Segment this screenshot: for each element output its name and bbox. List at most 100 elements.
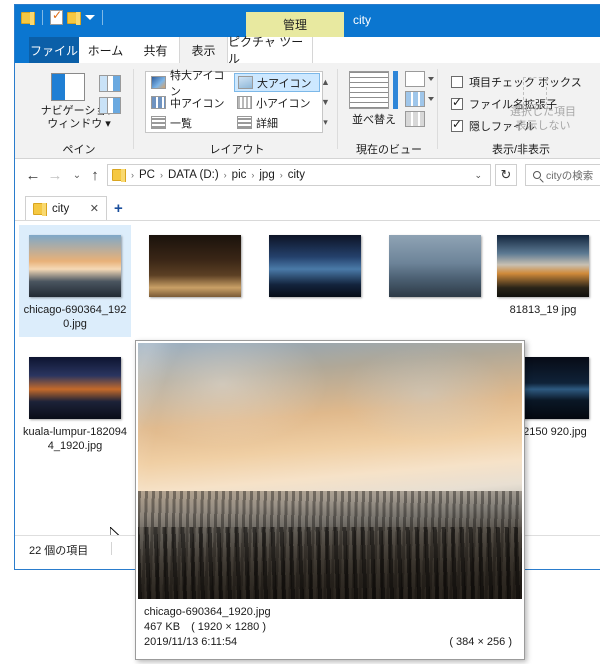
- file-tile-kuala-lumpur[interactable]: kuala-lumpur-1820944_1920.jpg: [19, 347, 131, 459]
- group-by-caret-icon[interactable]: [428, 97, 434, 101]
- layout-option-medium-label: 中アイコン: [170, 97, 225, 110]
- file-thumbnail: [29, 235, 121, 297]
- folder-tab-row: city ✕ +: [15, 193, 600, 221]
- search-input[interactable]: cityの検索: [525, 164, 600, 186]
- file-tile-5[interactable]: 81813_19 jpg: [487, 225, 599, 337]
- tab-view-label: 表示: [191, 43, 216, 58]
- quick-access-toolbar: [21, 8, 106, 25]
- hide-selected-label-2: 表示しない: [515, 120, 571, 132]
- file-tile-chicago[interactable]: chicago-690364_1920.jpg: [19, 225, 131, 337]
- folder-tab-city[interactable]: city ✕: [25, 196, 107, 220]
- preview-date: 2019/11/13 6:11:54: [144, 636, 238, 648]
- back-icon[interactable]: ←: [23, 166, 43, 186]
- layout-option-list-label: 一覧: [170, 117, 192, 130]
- list-icon: [151, 116, 166, 129]
- layout-scroll-more-icon[interactable]: ▾: [319, 112, 332, 132]
- ribbon-group-show-hide: 項目チェック ボックス ファイル名拡張子 隠しファイル 選択した項目 表示しない: [443, 63, 599, 159]
- qat-divider: [42, 10, 43, 25]
- layout-option-small-label: 小アイコン: [256, 97, 311, 110]
- file-thumbnail: [497, 235, 589, 297]
- tab-home[interactable]: ホーム: [79, 37, 132, 63]
- breadcrumb-sep-1: ›: [159, 170, 163, 180]
- hide-selected-label-1: 選択した項目: [510, 106, 576, 118]
- hidden-items-checkbox-icon[interactable]: [451, 117, 463, 132]
- ribbon-group-pane-label: ペイン: [62, 144, 96, 156]
- up-icon[interactable]: ↑: [85, 166, 105, 186]
- item-check-boxes-checkbox-icon[interactable]: [451, 76, 463, 88]
- group-by-icon[interactable]: [405, 91, 425, 107]
- folder-tab-label: city: [52, 202, 70, 215]
- window-title: city: [353, 13, 371, 27]
- tab-view[interactable]: 表示: [179, 37, 228, 63]
- tab-file[interactable]: ファイル: [29, 37, 79, 63]
- close-icon[interactable]: ✕: [90, 202, 99, 215]
- layout-option-small[interactable]: 小アイコン: [234, 93, 320, 112]
- preview-dimensions: ( 384 × 256 ): [449, 636, 512, 648]
- preview-metadata: chicago-690364_1920.jpg 467 KB ( 1920 × …: [138, 601, 522, 657]
- properties-icon[interactable]: [50, 8, 63, 25]
- layout-gallery-scrollbar[interactable]: ▲ ▼ ▾: [319, 72, 332, 132]
- file-tile-3[interactable]: [259, 225, 371, 337]
- breadcrumb-item-pc[interactable]: PC: [137, 169, 157, 181]
- contextual-tab-label: 管理: [282, 18, 307, 32]
- forward-icon[interactable]: →: [45, 166, 65, 186]
- add-columns-caret-icon[interactable]: [428, 77, 434, 81]
- file-thumbnail: [29, 357, 121, 419]
- status-divider: [111, 542, 112, 555]
- file-name-extensions-checkbox-icon[interactable]: [451, 95, 463, 110]
- breadcrumb-dropdown-icon[interactable]: ⌄: [474, 170, 482, 181]
- ribbon-group-show-hide-label: 表示/非表示: [491, 144, 551, 156]
- breadcrumb-item-jpg[interactable]: jpg: [257, 169, 276, 181]
- sort-by-icon[interactable]: [349, 71, 389, 109]
- breadcrumb-item-city[interactable]: city: [286, 169, 307, 181]
- file-tile-2[interactable]: [139, 225, 251, 337]
- breadcrumb-item-data[interactable]: DATA (D:): [166, 169, 221, 181]
- tab-share[interactable]: 共有: [132, 37, 179, 63]
- tab-picture-tools-label: ピクチャ ツール: [228, 35, 304, 66]
- preview-size: 467 KB ( 1920 × 1280 ): [144, 621, 266, 633]
- preview-image: [138, 343, 522, 599]
- breadcrumb[interactable]: › PC › DATA (D:) › pic › jpg › city ⌄: [107, 164, 491, 186]
- file-thumbnail: [149, 235, 241, 297]
- breadcrumb-sep-4: ›: [279, 170, 283, 180]
- recent-locations-icon[interactable]: ⌄: [67, 166, 87, 186]
- refresh-icon[interactable]: ↻: [495, 164, 517, 186]
- ribbon-group-current-view-label: 現在のビュー: [356, 144, 422, 156]
- breadcrumb-item-pic[interactable]: pic: [230, 169, 249, 181]
- sort-by-button[interactable]: 並べ替え: [343, 111, 405, 127]
- size-columns-icon[interactable]: [405, 111, 425, 127]
- layout-scroll-down-icon[interactable]: ▼: [319, 92, 332, 112]
- file-thumbnail: [269, 235, 361, 297]
- preview-pane-icon[interactable]: [99, 75, 121, 92]
- layout-scroll-up-icon[interactable]: ▲: [319, 72, 332, 92]
- new-tab-icon[interactable]: +: [114, 200, 123, 217]
- tab-picture-tools[interactable]: ピクチャ ツール: [228, 35, 313, 66]
- file-name-label: chicago-690364_1920.jpg: [23, 304, 127, 330]
- layout-option-medium[interactable]: 中アイコン: [148, 93, 232, 112]
- hide-selected-items-icon: [523, 77, 547, 105]
- search-placeholder: cityの検索: [546, 169, 594, 182]
- ribbon-tabstrip: ファイル ホーム 共有 表示 ピクチャ ツール: [15, 35, 600, 66]
- navigation-pane-icon[interactable]: [51, 73, 85, 101]
- layout-gallery: 特大アイコン 大アイコン 中アイコン 小アイコン 一覧 詳細: [145, 70, 323, 133]
- layout-option-list[interactable]: 一覧: [148, 113, 232, 132]
- tab-share-label: 共有: [143, 43, 168, 58]
- file-tile-4[interactable]: [379, 225, 491, 337]
- ribbon-group-pane: ナビゲーション ウィンドウ ▾ ペイン: [27, 63, 131, 159]
- sort-direction-icon: [393, 71, 398, 109]
- address-bar: ← → ⌄ ↑ › PC › DATA (D:) › pic › jpg › c…: [15, 159, 600, 193]
- folder-tab-icon: [33, 202, 47, 216]
- details-pane-icon[interactable]: [99, 97, 121, 114]
- add-columns-icon[interactable]: [405, 71, 425, 87]
- layout-option-extra-large[interactable]: 特大アイコン: [148, 70, 232, 98]
- layout-option-details[interactable]: 詳細: [234, 113, 320, 132]
- tabstrip-filler: [313, 37, 600, 63]
- tab-home-label: ホーム: [87, 43, 124, 58]
- sort-by-label: 並べ替え: [352, 114, 396, 126]
- folder-icon[interactable]: [21, 11, 35, 25]
- layout-option-details-label: 詳細: [256, 117, 278, 130]
- new-folder-icon[interactable]: [67, 11, 81, 25]
- layout-option-large[interactable]: 大アイコン: [234, 73, 320, 92]
- medium-icons-icon: [151, 96, 166, 109]
- customize-caret-icon[interactable]: [85, 15, 95, 20]
